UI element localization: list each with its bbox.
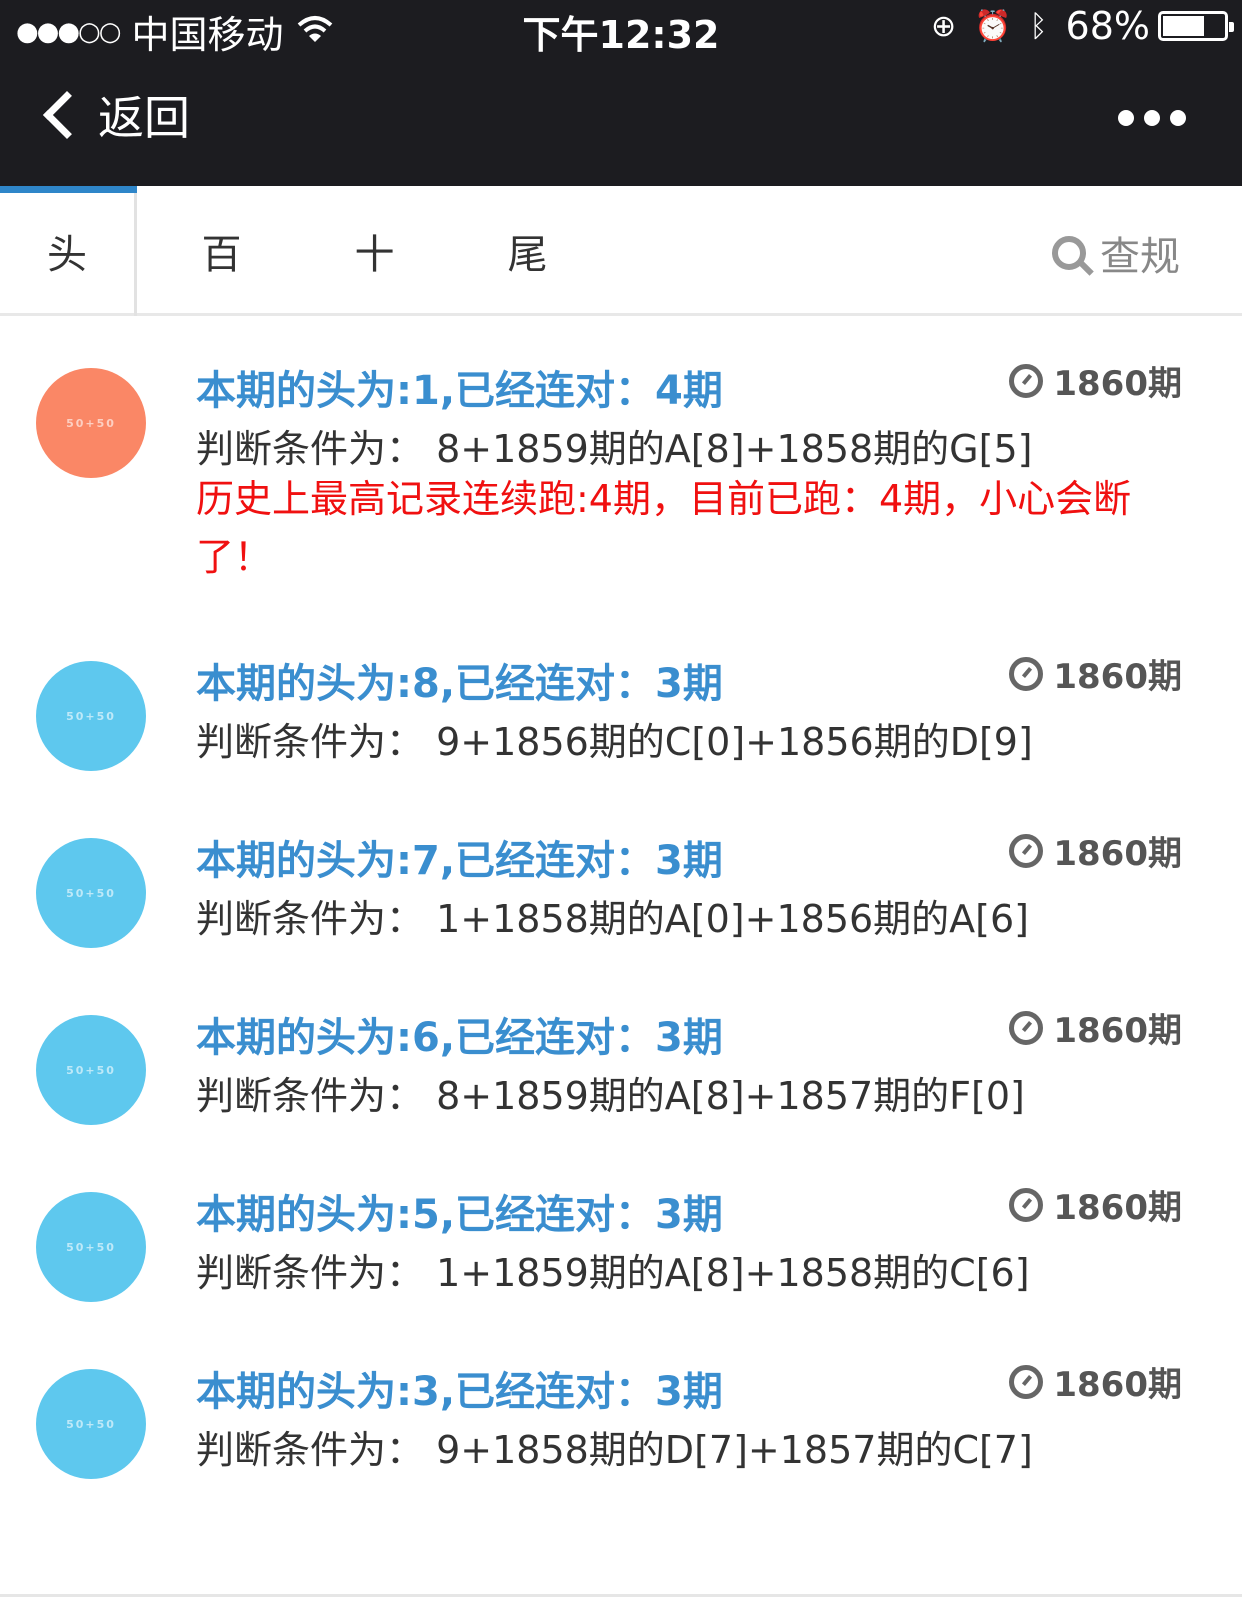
item-warning: 历史上最高记录连续跑:4期，目前已跑：4期，小心会断了！ (196, 477, 1132, 579)
tab-head[interactable]: 头 (0, 186, 137, 316)
status-bar: ●●●○○ 中国移动 下午12:32 ⊕ ⏰ ᛒ 68% (0, 0, 1242, 57)
issue-label: 1860期 (1053, 834, 1182, 874)
avatar-text: 50+50 (66, 1417, 116, 1431)
item-title: 本期的头为:7,已经连对：3期 (196, 838, 723, 884)
item-issue: 1860期 (1009, 1357, 1182, 1406)
issue-label: 1860期 (1053, 657, 1182, 697)
search-icon (1052, 236, 1086, 270)
avatar: 50+50 (36, 1192, 146, 1302)
battery-fill (1163, 16, 1204, 36)
chevron-left-icon (42, 90, 92, 140)
tab-bar: 头 百 十 尾 查规 (0, 186, 1242, 316)
avatar: 50+50 (36, 838, 146, 948)
avatar: 50+50 (36, 661, 146, 771)
gauge-icon (1009, 1187, 1044, 1222)
avatar: 50+50 (36, 1369, 146, 1479)
item-condition: 判断条件为： 8+1859期的A[8]+1857期的F[0] (196, 1074, 1025, 1118)
search-rules-button[interactable]: 查规 (1052, 224, 1180, 282)
more-button[interactable] (1108, 110, 1186, 126)
item-condition: 判断条件为： 8+1859期的A[8]+1858期的G[5] (196, 427, 1033, 471)
gauge-icon (1009, 1010, 1044, 1045)
issue-label: 1860期 (1053, 1188, 1182, 1228)
gauge-icon (1009, 363, 1044, 398)
gauge-icon (1009, 833, 1044, 868)
avatar: 50+50 (36, 368, 146, 478)
item-title: 本期的头为:1,已经连对：4期 (196, 368, 723, 414)
battery-icon (1158, 11, 1234, 41)
back-button[interactable]: 返回 (40, 82, 190, 148)
status-right: ⊕ ⏰ ᛒ 68% (913, 4, 1234, 48)
nav-bar: 返回 (0, 52, 1242, 186)
item-issue: 1860期 (1009, 356, 1182, 405)
item-title: 本期的头为:5,已经连对：3期 (196, 1192, 723, 1238)
gauge-icon (1009, 1364, 1044, 1399)
item-title: 本期的头为:8,已经连对：3期 (196, 661, 723, 707)
item-issue: 1860期 (1009, 826, 1182, 875)
tab-tens[interactable]: 十 (306, 186, 443, 316)
avatar: 50+50 (36, 1015, 146, 1125)
avatar-text: 50+50 (66, 416, 116, 430)
item-title: 本期的头为:6,已经连对：3期 (196, 1015, 723, 1061)
back-label: 返回 (98, 91, 190, 145)
avatar-text: 50+50 (66, 886, 116, 900)
item-issue: 1860期 (1009, 649, 1182, 698)
issue-label: 1860期 (1053, 1011, 1182, 1051)
avatar-text: 50+50 (66, 1240, 116, 1254)
item-condition: 判断条件为： 9+1858期的D[7]+1857期的C[7] (196, 1428, 1033, 1472)
tab-tail[interactable]: 尾 (459, 186, 596, 316)
item-condition: 判断条件为： 9+1856期的C[0]+1856期的D[9] (196, 720, 1033, 764)
item-title: 本期的头为:3,已经连对：3期 (196, 1369, 723, 1415)
gauge-icon (1009, 656, 1044, 691)
issue-label: 1860期 (1053, 1365, 1182, 1405)
dot-icon (1118, 110, 1134, 126)
bluetooth-icon: ᛒ (1029, 8, 1048, 44)
item-condition: 判断条件为： 1+1858期的A[0]+1856期的A[6] (196, 897, 1029, 941)
dot-icon (1170, 110, 1186, 126)
avatar-text: 50+50 (66, 1063, 116, 1077)
list-bottom-divider (0, 1594, 1242, 1597)
item-condition: 判断条件为： 1+1859期的A[8]+1858期的C[6] (196, 1251, 1030, 1295)
alarm-icon: ⏰ (974, 8, 1012, 44)
item-issue: 1860期 (1009, 1180, 1182, 1229)
issue-label: 1860期 (1053, 364, 1182, 404)
dot-icon (1144, 110, 1160, 126)
tab-hundreds[interactable]: 百 (153, 186, 290, 316)
item-issue: 1860期 (1009, 1003, 1182, 1052)
avatar-text: 50+50 (66, 709, 116, 723)
rotation-lock-icon: ⊕ (931, 8, 957, 44)
search-rules-label: 查规 (1100, 234, 1180, 280)
battery-percent: 68% (1065, 4, 1150, 48)
